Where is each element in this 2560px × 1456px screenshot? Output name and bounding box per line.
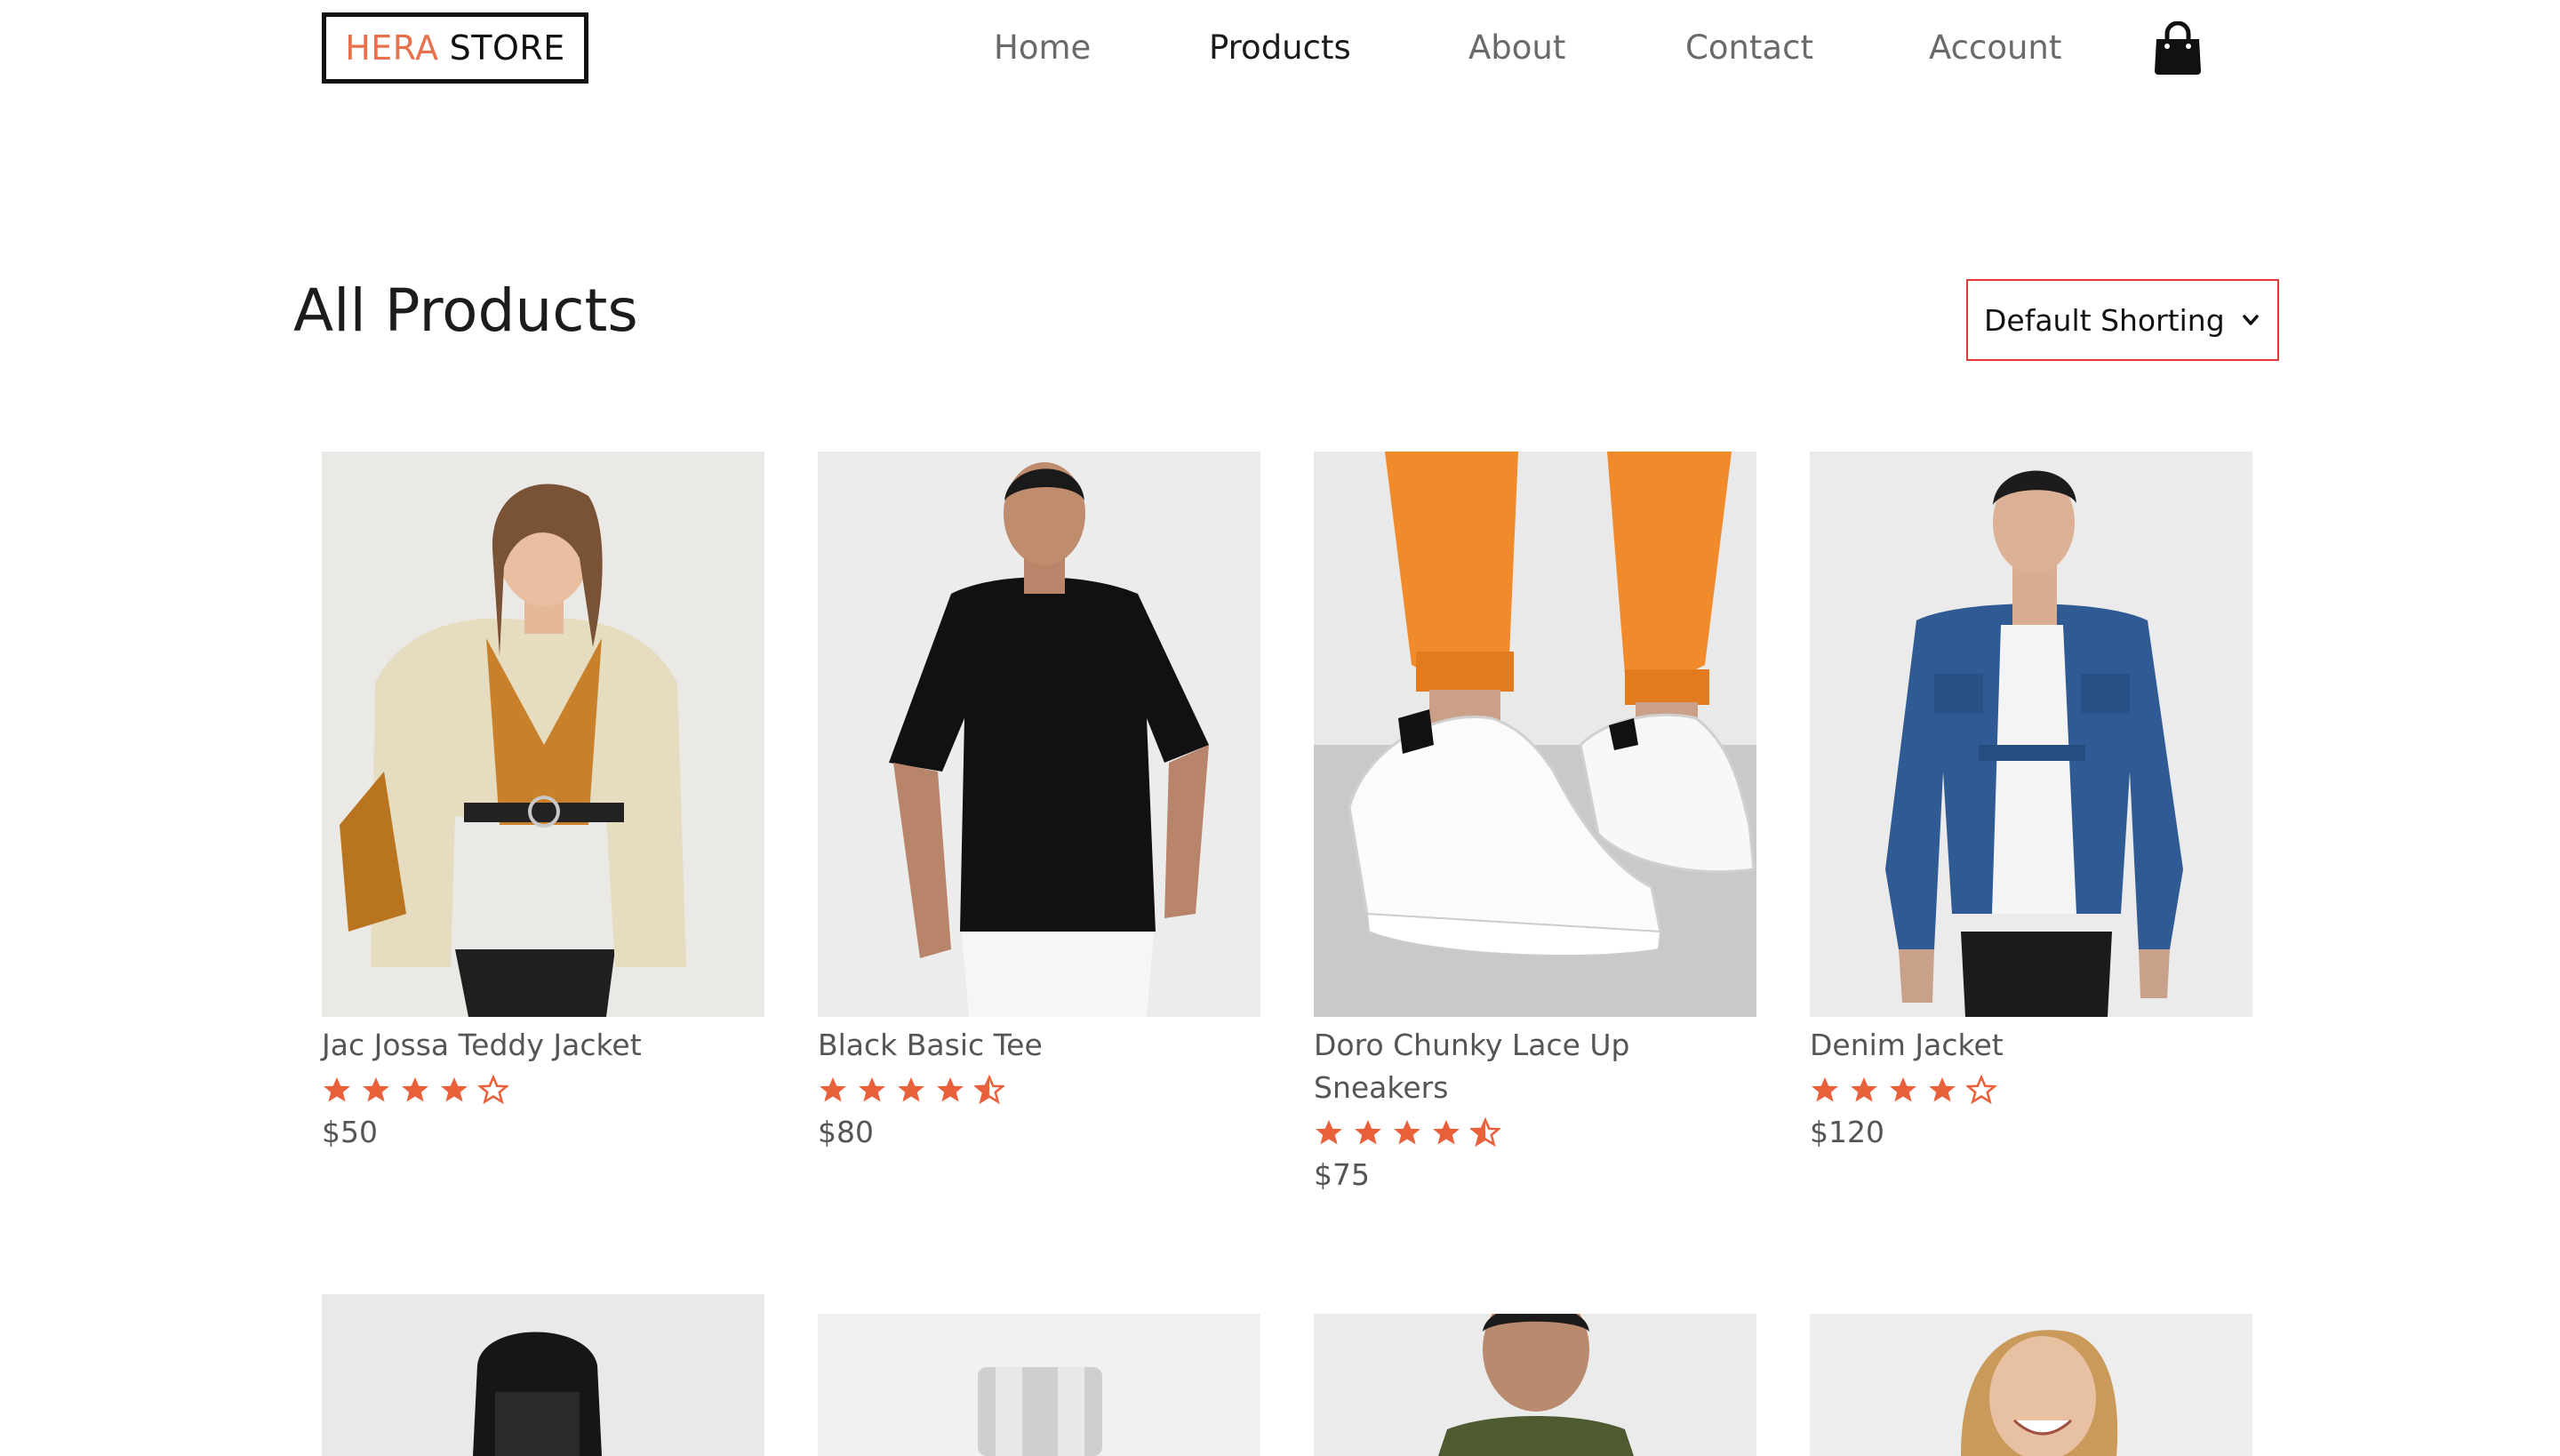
star-filled-icon <box>1890 1076 1916 1102</box>
product-image[interactable] <box>1314 1314 1756 1456</box>
product-card[interactable] <box>818 1314 1260 1456</box>
product-image[interactable] <box>322 452 764 1017</box>
product-card[interactable] <box>1810 1314 2252 1456</box>
star-filled-icon <box>937 1076 964 1102</box>
star-filled-icon <box>1929 1076 1956 1102</box>
star-filled-icon <box>1851 1076 1877 1102</box>
chevron-down-icon <box>2243 315 2259 325</box>
nav-about[interactable]: About <box>1468 25 1565 71</box>
product-image[interactable] <box>1810 452 2252 1017</box>
product-name[interactable]: Jac Jossa Teddy Jacket <box>322 1024 764 1067</box>
star-filled-icon <box>363 1076 389 1102</box>
page-title: All Products <box>293 276 638 345</box>
star-filled-icon <box>324 1076 350 1102</box>
sort-dropdown[interactable]: Default Shorting <box>1966 279 2279 361</box>
product-price: $75 <box>1314 1157 1370 1192</box>
logo-text: STORE <box>449 28 565 68</box>
product-card[interactable] <box>322 1294 764 1456</box>
star-filled-icon <box>1812 1076 1838 1102</box>
rating-stars <box>322 1074 764 1106</box>
product-name[interactable]: Denim Jacket <box>1810 1024 2252 1067</box>
star-half-icon <box>1470 1117 1500 1148</box>
shopping-bag-icon[interactable] <box>2151 20 2204 76</box>
product-image[interactable] <box>1810 1314 2252 1456</box>
star-filled-icon <box>441 1076 468 1102</box>
star-filled-icon <box>402 1076 428 1102</box>
rating-stars <box>1314 1116 1756 1148</box>
product-card[interactable]: Doro Chunky Lace Up Sneakers $75 <box>1314 452 1756 1195</box>
star-filled-icon <box>1433 1119 1460 1145</box>
logo[interactable]: HERA STORE <box>322 12 588 84</box>
product-price: $80 <box>818 1115 874 1149</box>
product-card[interactable]: Black Basic Tee $80 <box>818 452 1260 1152</box>
logo-accent-text: HERA <box>345 28 439 68</box>
star-filled-icon <box>1394 1119 1420 1145</box>
star-filled-icon <box>898 1076 924 1102</box>
product-card[interactable]: Denim Jacket $120 <box>1810 452 2252 1152</box>
product-price: $120 <box>1810 1115 1884 1149</box>
product-image[interactable] <box>818 452 1260 1017</box>
star-filled-icon <box>820 1076 846 1102</box>
sort-selected-value: Default Shorting <box>1984 302 2225 338</box>
nav-home[interactable]: Home <box>994 25 1091 71</box>
product-image[interactable] <box>818 1314 1260 1456</box>
star-filled-icon <box>1355 1119 1381 1145</box>
rating-stars <box>818 1074 1260 1106</box>
product-name[interactable]: Doro Chunky Lace Up Sneakers <box>1314 1024 1756 1109</box>
star-filled-icon <box>1316 1119 1342 1145</box>
star-half-icon <box>974 1075 1004 1105</box>
star-filled-icon <box>859 1076 885 1102</box>
product-card[interactable]: Jac Jossa Teddy Jacket $50 <box>322 452 764 1152</box>
star-empty-icon <box>1966 1075 1996 1105</box>
product-image[interactable] <box>1314 452 1756 1017</box>
product-name[interactable]: Black Basic Tee <box>818 1024 1260 1067</box>
nav-contact[interactable]: Contact <box>1685 25 1813 71</box>
nav-account[interactable]: Account <box>1929 25 2061 71</box>
product-price: $50 <box>322 1115 378 1149</box>
product-card[interactable] <box>1314 1314 1756 1456</box>
site-header: HERA STORE Home Products About Contact Ac… <box>0 0 2560 98</box>
product-image[interactable] <box>322 1294 764 1456</box>
star-empty-icon <box>478 1075 508 1105</box>
rating-stars <box>1810 1074 2252 1106</box>
nav-products[interactable]: Products <box>1209 25 1351 71</box>
